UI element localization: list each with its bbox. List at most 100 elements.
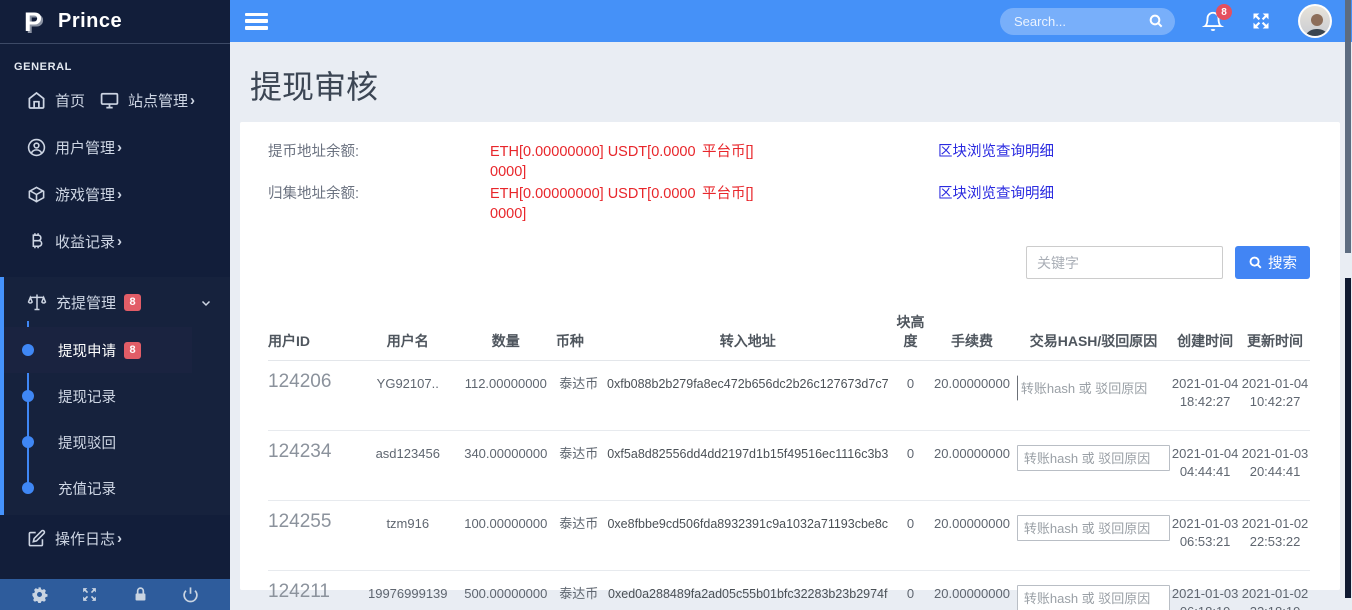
cell-fee: 20.00000000 <box>927 431 1017 501</box>
cell-fee: 20.00000000 <box>927 571 1017 610</box>
monitor-icon <box>100 91 119 110</box>
sidebar-item-income-records[interactable]: 收益记录 › <box>0 218 230 265</box>
topbar-search-input[interactable] <box>1000 14 1140 29</box>
sidebar-item-withdrawal-records[interactable]: 提现记录 <box>4 373 230 419</box>
col-header-address: 转入地址 <box>602 313 894 361</box>
col-header-hash-reason: 交易HASH/驳回原因 <box>1017 313 1170 361</box>
sidebar-item-label: 操作日志 <box>55 528 115 549</box>
sidebar-group-deposit-withdrawal: 充提管理 8 提现申请 8 提现记录 提现驳回 <box>0 277 230 515</box>
col-header-updated: 更新时间 <box>1240 313 1310 361</box>
block-explorer-link[interactable]: 区块浏览查询明细 <box>938 142 1054 162</box>
hash-reason-input[interactable] <box>1017 585 1170 610</box>
scrollbar-track[interactable] <box>1345 278 1351 598</box>
notifications-count-badge: 8 <box>1216 4 1232 20</box>
hash-reason-input[interactable] <box>1017 375 1170 401</box>
cell-address: 0xf5a8d82556dd4dd2197d1b15f49516ec1116c3… <box>602 431 894 501</box>
cell-address: 0xfb088b2b279fa8ec472b656dc2b26c127673d7… <box>602 361 894 431</box>
chevron-right-icon: › <box>117 186 122 203</box>
cell-username: tzm916 <box>360 501 456 571</box>
search-icon[interactable] <box>1148 13 1164 29</box>
sidebar-footer <box>0 579 230 610</box>
col-header-coin: 币种 <box>556 313 602 361</box>
brand-header[interactable]: P Prince <box>0 0 230 44</box>
sidebar-item-withdrawal-rejected[interactable]: 提现驳回 <box>4 419 230 465</box>
brand-logo-icon: P <box>24 7 52 37</box>
cell-created: 2021-01-04 04:44:41 <box>1170 431 1240 501</box>
cell-address: 0xe8fbbe9cd506fda8932391c9a1032a71193cbe… <box>602 501 894 571</box>
cell-block-height: 0 <box>894 431 927 501</box>
hash-reason-input[interactable] <box>1017 515 1170 541</box>
block-explorer-link[interactable]: 区块浏览查询明细 <box>938 184 1054 204</box>
cell-user-id: 124255 <box>268 501 360 571</box>
fullscreen-icon[interactable] <box>81 586 98 603</box>
cell-coin: 泰达币 <box>556 361 602 431</box>
cell-block-height: 0 <box>894 361 927 431</box>
cube-icon <box>27 185 46 204</box>
cell-user-id: 124211 <box>268 571 360 610</box>
search-button[interactable]: 搜索 <box>1235 246 1310 279</box>
withdrawal-review-card: 提币地址余额: ETH[0.00000000] USDT[0.00000000]… <box>240 122 1340 590</box>
lock-icon[interactable] <box>132 586 149 603</box>
cell-created: 2021-01-04 18:42:27 <box>1170 361 1240 431</box>
sidebar-item-operation-logs[interactable]: 操作日志 › <box>0 515 230 562</box>
sidebar-item-label: 充提管理 <box>56 292 116 313</box>
platform-coin-value: 平台币[] <box>702 142 938 162</box>
withdraw-address-balance-row: 提币地址余额: ETH[0.00000000] USDT[0.00000000]… <box>268 142 1310 182</box>
edit-icon <box>27 529 46 548</box>
search-button-label: 搜索 <box>1268 252 1297 273</box>
table-row: 124234 asd123456 340.00000000 泰达币 0xf5a8… <box>268 431 1310 501</box>
sidebar-item-withdrawal-request[interactable]: 提现申请 8 <box>4 327 192 373</box>
content-area: 提现审核 提币地址余额: ETH[0.00000000] USDT[0.0000… <box>230 42 1352 610</box>
sidebar-item-deposit-records[interactable]: 充值记录 <box>4 465 230 511</box>
col-header-user-id: 用户ID <box>268 313 360 361</box>
chevron-right-icon: › <box>117 233 122 250</box>
cell-updated: 2021-01-03 20:44:41 <box>1240 431 1310 501</box>
power-icon[interactable] <box>182 586 199 603</box>
table-row: 124255 tzm916 100.00000000 泰达币 0xe8fbbe9… <box>268 501 1310 571</box>
hamburger-menu-icon[interactable] <box>245 13 268 30</box>
sidebar-item-deposit-withdrawal-management[interactable]: 充提管理 8 <box>4 277 230 327</box>
cell-coin: 泰达币 <box>556 571 602 610</box>
cell-username: YG92107.. <box>360 361 456 431</box>
cell-coin: 泰达币 <box>556 431 602 501</box>
hash-reason-input[interactable] <box>1017 445 1170 471</box>
sidebar-item-label: 收益记录 <box>55 231 115 252</box>
sidebar-item-game-management[interactable]: 游戏管理 › <box>0 171 230 218</box>
cell-updated: 2021-01-02 22:18:19 <box>1240 571 1310 610</box>
submenu-item-label: 充值记录 <box>58 478 116 499</box>
gear-icon[interactable] <box>31 586 48 603</box>
cell-updated: 2021-01-02 22:53:22 <box>1240 501 1310 571</box>
col-header-created: 创建时间 <box>1170 313 1240 361</box>
table-row: 124206 YG92107.. 112.00000000 泰达币 0xfb08… <box>268 361 1310 431</box>
cell-block-height: 0 <box>894 501 927 571</box>
user-icon <box>27 138 46 157</box>
cell-amount: 340.00000000 <box>456 431 556 501</box>
submenu-badge: 8 <box>124 342 141 359</box>
user-avatar[interactable] <box>1298 4 1332 38</box>
balance-value: ETH[0.00000000] USDT[0.00000000] <box>490 184 702 224</box>
keyword-input[interactable] <box>1026 246 1223 279</box>
chevron-down-icon <box>200 296 212 308</box>
submenu-item-label: 提现驳回 <box>58 432 116 453</box>
search-icon <box>1248 255 1263 270</box>
cell-amount: 100.00000000 <box>456 501 556 571</box>
sidebar: P Prince GENERAL 首页 站点管理 › <box>0 0 230 610</box>
cell-amount: 500.00000000 <box>456 571 556 610</box>
balance-label: 提币地址余额: <box>268 142 490 162</box>
chevron-right-icon: › <box>117 530 122 547</box>
bitcoin-icon <box>27 232 46 251</box>
cell-address: 0xed0a288489fa2ad05c55b01bfc32283b23b297… <box>602 571 894 610</box>
notifications-bell-icon[interactable]: 8 <box>1202 10 1224 32</box>
sidebar-item-site-management[interactable]: 站点管理 › <box>85 77 195 124</box>
cell-block-height: 0 <box>894 571 927 610</box>
withdrawals-table: 用户ID 用户名 数量 币种 转入地址 块高度 手续费 交易HASH/驳回原因 … <box>268 313 1310 610</box>
cell-amount: 112.00000000 <box>456 361 556 431</box>
sidebar-item-home[interactable]: 首页 <box>0 77 85 124</box>
cell-username: asd123456 <box>360 431 456 501</box>
fullscreen-icon[interactable] <box>1251 11 1271 31</box>
scrollbar-thumb[interactable] <box>1345 0 1351 253</box>
collection-address-balance-row: 归集地址余额: ETH[0.00000000] USDT[0.00000000]… <box>268 184 1310 224</box>
sidebar-item-label: 站点管理 <box>128 90 188 111</box>
sidebar-item-user-management[interactable]: 用户管理 › <box>0 124 230 171</box>
submenu-item-label: 提现申请 <box>58 340 116 361</box>
